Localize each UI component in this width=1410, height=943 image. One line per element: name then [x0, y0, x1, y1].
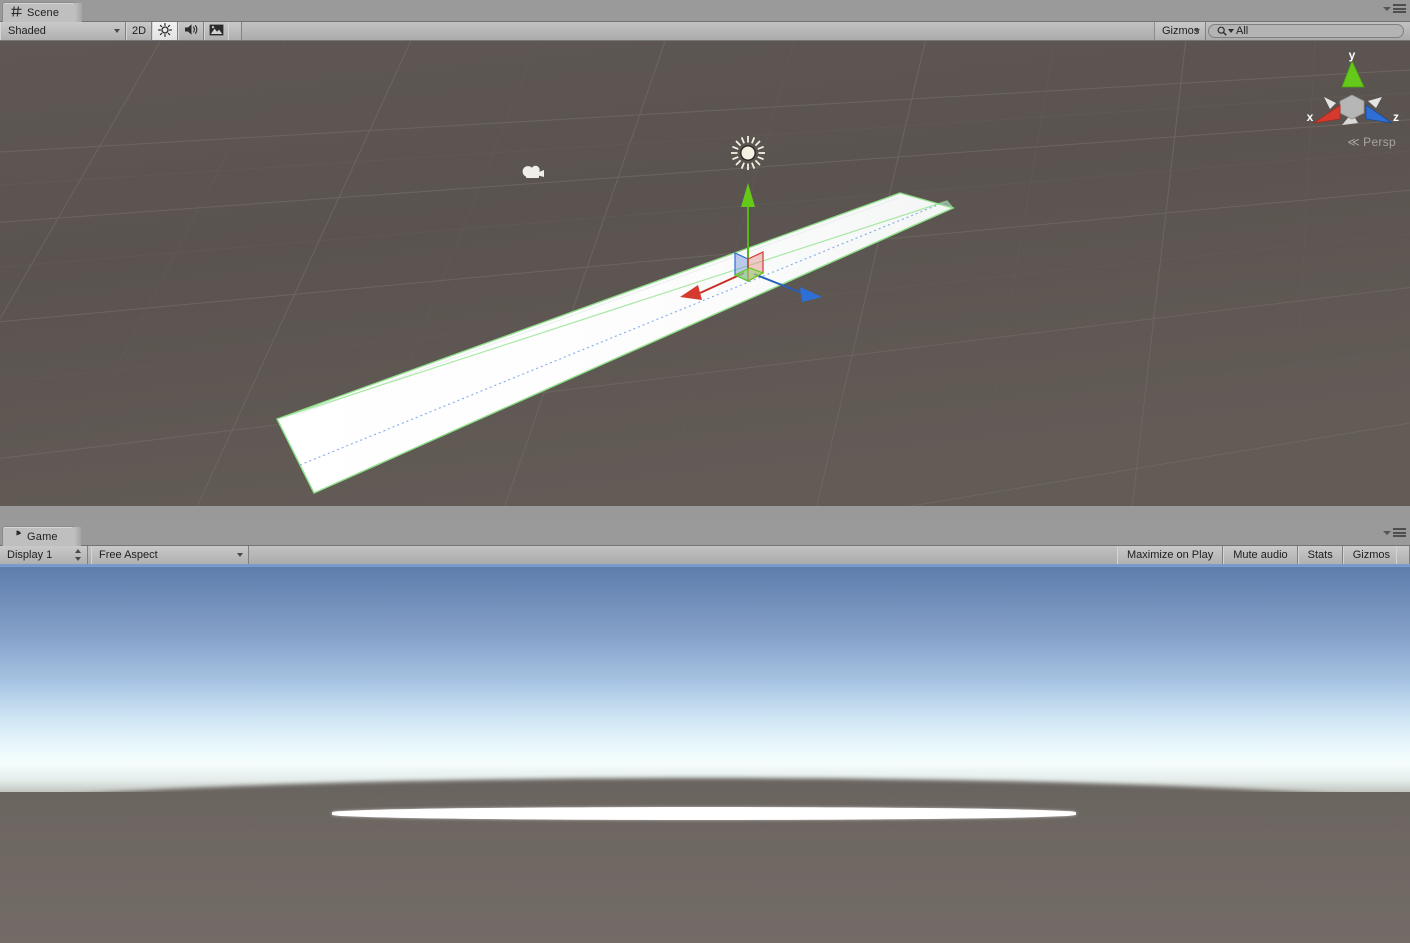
hamburger-menu-icon [1393, 4, 1406, 13]
scene-projection-label[interactable]: ≪ Persp [1347, 135, 1396, 149]
hamburger-menu-icon [1393, 528, 1406, 537]
scene-window-menu[interactable] [1383, 4, 1406, 13]
scene-2d-label: 2D [131, 25, 147, 37]
projection-arrow-icon: ≪ [1347, 135, 1361, 149]
chevron-down-icon [237, 553, 243, 557]
game-viewport-wrapper [0, 564, 1410, 943]
scene-draw-mode-dropdown[interactable]: Shaded [0, 22, 126, 40]
game-maximize-on-play-label: Maximize on Play [1127, 549, 1214, 561]
scene-search-value: All [1236, 25, 1249, 37]
game-viewport[interactable] [0, 564, 1410, 943]
chevron-down-icon [114, 29, 120, 33]
game-aspect-dropdown[interactable]: Free Aspect [91, 546, 249, 564]
scene-draw-mode-label: Shaded [8, 25, 46, 37]
game-mute-audio-label: Mute audio [1233, 549, 1288, 561]
scene-toolbar-spacer [242, 22, 1154, 40]
game-stats-label: Stats [1307, 549, 1333, 561]
game-gizmos-toggle[interactable]: Gizmos [1342, 546, 1396, 564]
scene-search-input[interactable]: All [1208, 24, 1404, 38]
scene-render [0, 41, 1410, 506]
scene-lighting-toggle[interactable] [152, 22, 178, 40]
scene-toolbar: Shaded 2D Gizmos All [0, 22, 1410, 41]
image-icon [209, 24, 224, 39]
directional-light-gizmo-icon [731, 136, 765, 170]
game-tabbar: Game [0, 524, 1410, 546]
game-panel: Game Display 1 Free Aspect Maximize on P… [0, 524, 1410, 943]
game-stats-toggle[interactable]: Stats [1297, 546, 1343, 564]
game-focus-highlight [0, 564, 1410, 567]
chevron-up-icon [75, 549, 81, 553]
scene-panel: Scene Shaded 2D Gizmos All y x z ≪ Persp [0, 0, 1410, 506]
game-white-platform [332, 807, 1076, 820]
grid-hash-icon [11, 5, 22, 20]
scene-tabbar: Scene [0, 0, 1410, 22]
chevron-down-icon [1194, 29, 1200, 33]
game-window-menu[interactable] [1383, 528, 1406, 537]
scene-audio-toggle[interactable] [178, 22, 204, 40]
search-icon [1217, 26, 1234, 36]
game-mute-audio-toggle[interactable]: Mute audio [1223, 546, 1298, 564]
tab-scene[interactable]: Scene [2, 2, 83, 22]
scene-gizmos-dropdown[interactable]: Gizmos [1154, 22, 1206, 40]
scene-viewport[interactable]: y x z ≪ Persp [0, 41, 1410, 506]
unity-editor-window: Scene Shaded 2D Gizmos All y x z ≪ Persp… [0, 0, 1410, 943]
chevron-down-icon [1383, 6, 1391, 11]
scene-2d-toggle[interactable]: 2D [126, 22, 152, 40]
tab-scene-label: Scene [27, 6, 60, 19]
tab-game[interactable]: Game [2, 526, 81, 546]
scene-fx-dropdown[interactable] [228, 22, 242, 40]
game-gizmos-dropdown[interactable] [1396, 546, 1410, 564]
tab-game-label: Game [27, 530, 58, 543]
game-gizmos-label: Gizmos [1352, 549, 1390, 561]
chevron-down-icon [1228, 29, 1234, 33]
scene-fx-toggle[interactable] [204, 22, 228, 40]
game-display-label: Display 1 [7, 549, 53, 561]
chevron-down-icon [1383, 530, 1391, 535]
game-circle-icon [11, 530, 22, 544]
game-display-selector[interactable]: Display 1 [0, 546, 88, 564]
sun-icon [158, 22, 172, 40]
chevron-down-icon [75, 557, 81, 561]
game-sky [0, 564, 1410, 799]
speaker-icon [184, 23, 199, 39]
game-maximize-on-play-toggle[interactable]: Maximize on Play [1117, 546, 1224, 564]
game-aspect-label: Free Aspect [99, 549, 158, 561]
game-toolbar: Display 1 Free Aspect Maximize on Play M… [0, 546, 1410, 565]
game-toolbar-spacer [249, 546, 1117, 564]
scene-projection-text: Persp [1363, 135, 1396, 149]
